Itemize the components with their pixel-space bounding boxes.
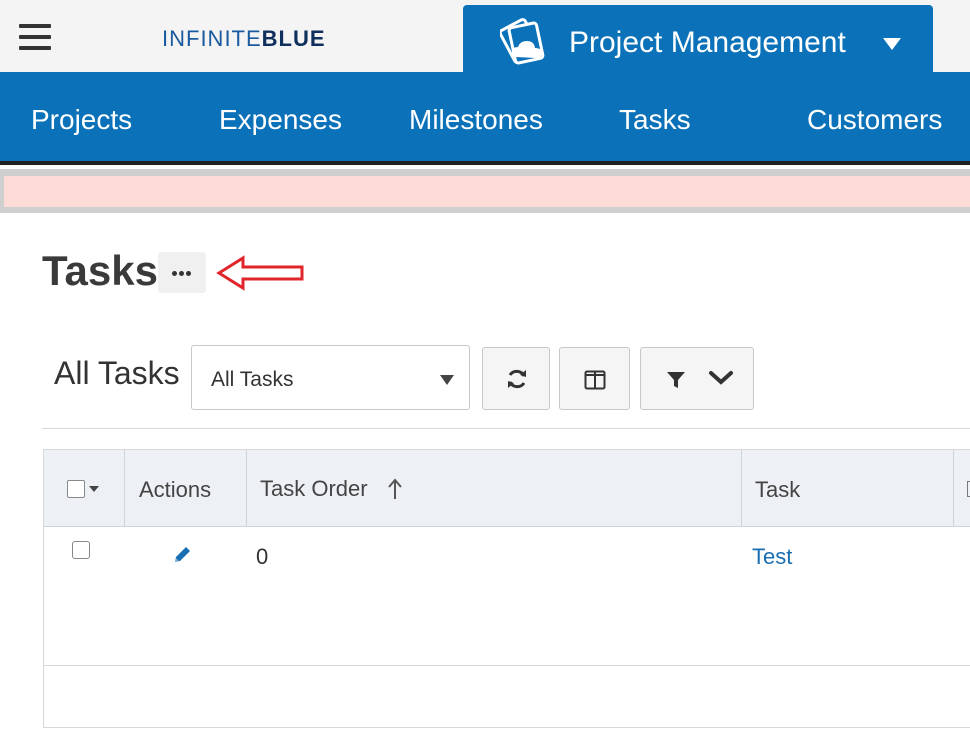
tasks-grid: Actions Task Order Task 0 Test [43,449,970,728]
nav-item-milestones[interactable]: Milestones [409,104,543,136]
filter-icon [667,372,685,388]
column-header-task[interactable]: Task [742,450,954,527]
caret-down-icon [883,38,901,50]
cloud-pages-icon [500,18,545,65]
infinite-blue-logo: INFINITEBLUE [162,26,326,51]
hamburger-menu-icon[interactable] [19,24,51,50]
column-header-task-order[interactable]: Task Order [247,450,742,527]
alert-message-area [4,176,970,207]
caret-down-icon[interactable] [89,486,99,492]
app-title: Project Management [569,26,846,59]
select-all-checkbox[interactable] [67,480,85,498]
view-label: All Tasks [54,355,180,391]
main-nav: Projects Expenses Milestones Tasks Custo… [0,72,970,165]
nav-item-expenses[interactable]: Expenses [219,104,342,136]
grid-header: Actions Task Order Task [44,450,970,527]
edit-pencil-icon[interactable] [172,545,192,565]
select-all-header [44,450,125,527]
filter-button[interactable] [640,347,754,410]
annotation-arrow-icon [216,255,304,291]
more-actions-button[interactable] [158,252,206,293]
task-order-value: 0 [256,544,269,569]
divider [42,428,970,429]
columns-icon [584,370,606,390]
grid-row-divider [44,665,970,666]
view-select-value: All Tasks [211,368,294,391]
app-switcher[interactable]: Project Management [463,5,933,75]
column-header-actions: Actions [125,450,247,527]
page-title: Tasks [42,247,158,294]
caret-down-icon [440,375,454,385]
alert-banner [0,169,970,213]
refresh-icon [508,369,526,389]
chevron-down-icon [709,371,733,385]
task-link[interactable]: Test [752,544,792,570]
columns-button[interactable] [559,347,630,410]
refresh-button[interactable] [482,347,550,410]
grid-bottom-border [44,727,970,728]
row-checkbox[interactable] [72,541,90,559]
nav-item-projects[interactable]: Projects [31,104,132,136]
nav-item-customers[interactable]: Customers [807,104,942,136]
view-select[interactable]: All Tasks [191,345,470,410]
column-header-next [954,450,970,527]
nav-item-tasks[interactable]: Tasks [619,104,691,136]
sort-ascending-icon [388,478,402,499]
